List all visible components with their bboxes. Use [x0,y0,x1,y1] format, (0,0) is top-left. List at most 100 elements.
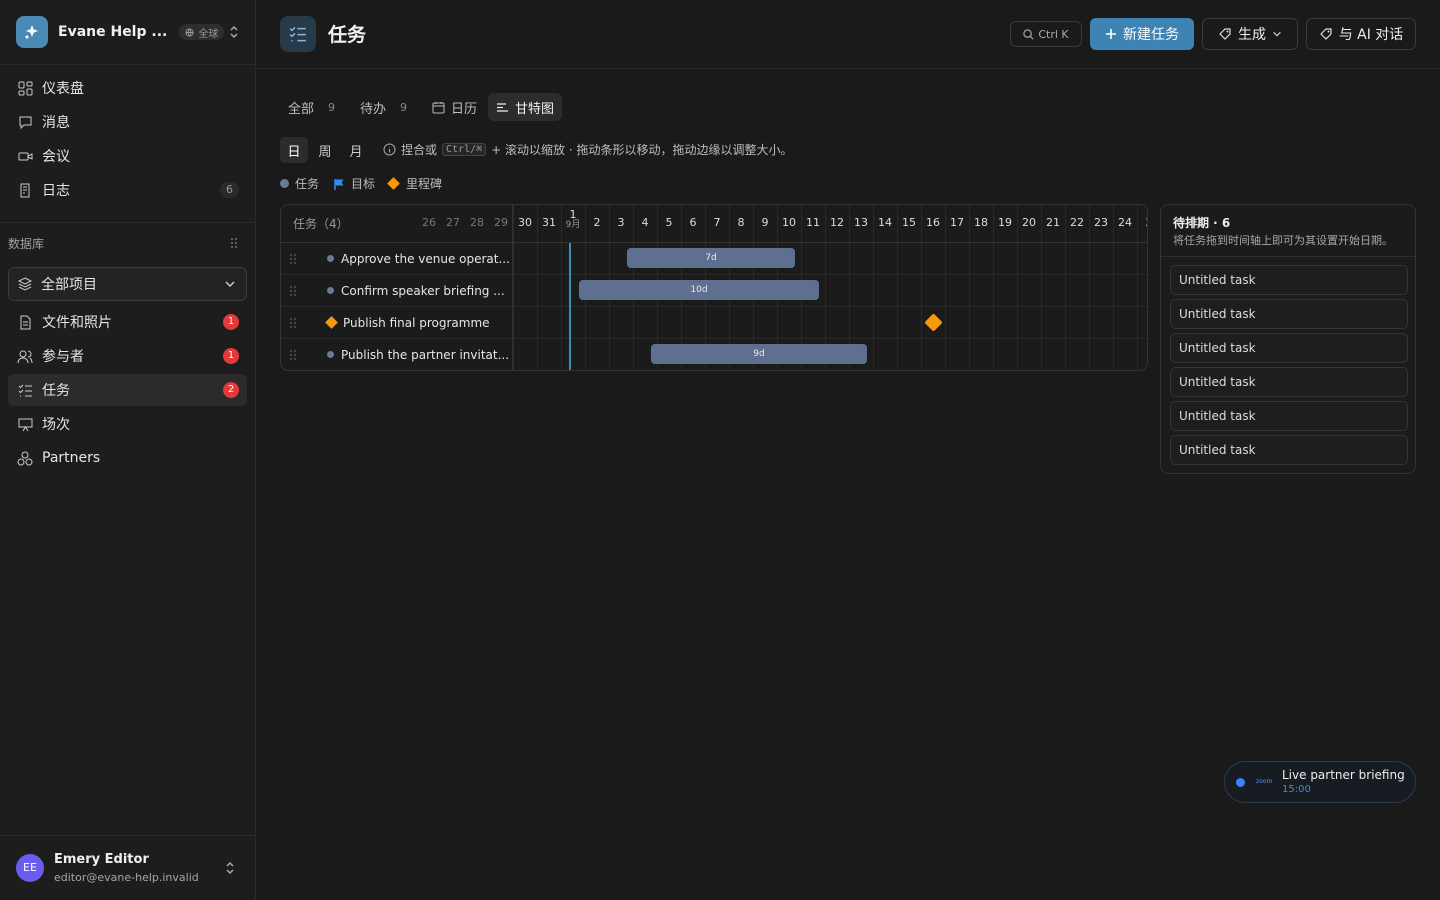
nav-messages[interactable]: 消息 [8,106,247,138]
nav-badge: 1 [223,348,239,364]
message-icon [16,113,34,131]
nav-tasks[interactable]: 任务 2 [8,374,247,406]
gantt-row[interactable]: Confirm speaker briefing ... 10d [281,275,1147,307]
nav-sessions[interactable]: 场次 [8,408,247,440]
project-select[interactable]: 全部项目 [8,267,247,301]
day-label: 21 [1046,216,1060,229]
page-header: 任务 Ctrl K 新建任务 生成 与 AI 对话 [256,0,1440,69]
gantt-task-count: 任务（4） [293,217,349,231]
legend-milestone-swatch [387,177,400,190]
new-task-label: 新建任务 [1123,27,1179,43]
legend-task-label: 任务 [295,177,320,191]
day-label: 8 [737,216,745,229]
day-label: 23 [1094,216,1108,229]
task-bar[interactable]: 10d [579,280,819,300]
day-label: 16 [926,216,940,229]
command-search-button[interactable]: Ctrl K [1010,21,1082,47]
tab-label: 待办 [360,101,387,117]
chevrons-updown-icon [226,861,234,875]
day-label: 18 [974,216,988,229]
nav-label: 文件和照片 [42,315,112,331]
day-label: 1 9月 [561,209,585,230]
scale-week[interactable]: 周 [311,137,339,163]
nav-participants[interactable]: 参与者 1 [8,340,247,372]
row-name: Publish final programme [343,316,490,330]
gantt-chart: 任务（4） 26 27 28 29 30 31 1 9月 2 3 4 5 6 7 8 9 10 11 12 13 14 1… [280,204,1148,371]
nav-label: 任务 [42,383,70,399]
user-name: Emery Editor [54,852,149,867]
backlog-item[interactable]: Untitled task [1170,265,1408,295]
hint-suffix: + 滚动以缩放 · 拖动条形以移动，拖动边缘以调整大小。 [491,143,793,157]
gantt-row[interactable]: Approve the venue operat... 7d [281,243,1147,275]
backlog-title: 待排期 · 6 [1173,216,1231,230]
drag-handle-icon[interactable] [289,253,297,265]
backlog-item[interactable]: Untitled task [1170,367,1408,397]
nav-label: 消息 [42,115,70,131]
page-title: 任务 [328,24,367,46]
day-label: 24 [1118,216,1132,229]
tab-all[interactable]: 全部 9 [280,93,343,121]
nav-logs[interactable]: 日志 6 [8,174,247,206]
flag-icon [334,178,344,190]
day-label: 17 [950,216,964,229]
day-label: 12 [830,216,844,229]
row-name: Approve the venue operat... [341,252,510,266]
tab-calendar[interactable]: 日历 [424,93,485,121]
nav-label: 场次 [42,417,70,433]
task-bar[interactable]: 9d [651,344,867,364]
day-label: 29 [494,216,508,229]
scale-month[interactable]: 月 [342,137,370,163]
gantt-row[interactable]: Publish the partner invitat... 9d [281,339,1147,370]
generate-label: 生成 [1238,27,1266,43]
task-dot-icon [327,351,334,358]
day-label: 22 [1070,216,1084,229]
workspace-switcher[interactable]: Evane Help ... 全球 [16,16,240,48]
tab-label: 甘特图 [515,101,555,117]
nav-partners[interactable]: Partners [8,442,247,474]
nav-meetings[interactable]: 会议 [8,140,247,172]
generate-button[interactable]: 生成 [1202,18,1298,50]
gantt-row[interactable]: Publish final programme [281,307,1147,339]
day-label: 28 [470,216,484,229]
workspace-name: Evane Help ... [58,24,168,40]
meeting-toast[interactable]: zoom Live partner briefing 15:00 [1224,761,1416,803]
nav-dashboard[interactable]: 仪表盘 [8,72,247,104]
new-task-button[interactable]: 新建任务 [1090,18,1194,50]
task-dot-icon [327,255,334,262]
user-menu[interactable]: EE Emery Editor editor@evane-help.invali… [16,850,240,890]
nav-badge: 1 [223,314,239,330]
drag-handle-icon[interactable] [289,317,297,329]
backlog-subtitle: 将任务拖到时间轴上即可为其设置开始日期。 [1173,234,1393,247]
ai-chat-label: 与 AI 对话 [1338,27,1404,43]
today-marker [569,243,571,370]
tab-todo[interactable]: 待办 9 [352,93,415,121]
day-label: 26 [422,216,436,229]
nav-label: 会议 [42,149,70,165]
scale-day[interactable]: 日 [280,137,308,163]
backlog-item[interactable]: Untitled task [1170,299,1408,329]
nav-badge: 2 [223,382,239,398]
zoom-logo: zoom [1256,778,1273,785]
backlog-item[interactable]: Untitled task [1170,435,1408,465]
backlog-item[interactable]: Untitled task [1170,401,1408,431]
drag-handle-icon[interactable] [289,285,297,297]
hint-prefix: 捏合或 [401,143,438,157]
ai-chat-button[interactable]: 与 AI 对话 [1306,18,1416,50]
tab-count: 9 [400,100,408,114]
drag-handle-icon[interactable] [289,349,297,361]
tab-gantt[interactable]: 甘特图 [488,93,563,121]
live-dot-icon [1236,778,1245,787]
chevrons-updown-icon[interactable] [228,24,240,40]
task-bar[interactable]: 7d [627,248,795,268]
grip-icon[interactable] [230,237,238,249]
nav-files[interactable]: 文件和照片 1 [8,306,247,338]
divider [1161,256,1415,257]
backlog-item[interactable]: Untitled task [1170,333,1408,363]
nav-label: Partners [42,450,101,466]
day-label: 13 [854,216,868,229]
milestone-marker[interactable] [924,313,943,332]
day-label: 27 [446,216,460,229]
day-label: 4 [641,216,649,229]
day-label: 30 [518,216,532,229]
chevron-down-icon [1273,31,1281,37]
